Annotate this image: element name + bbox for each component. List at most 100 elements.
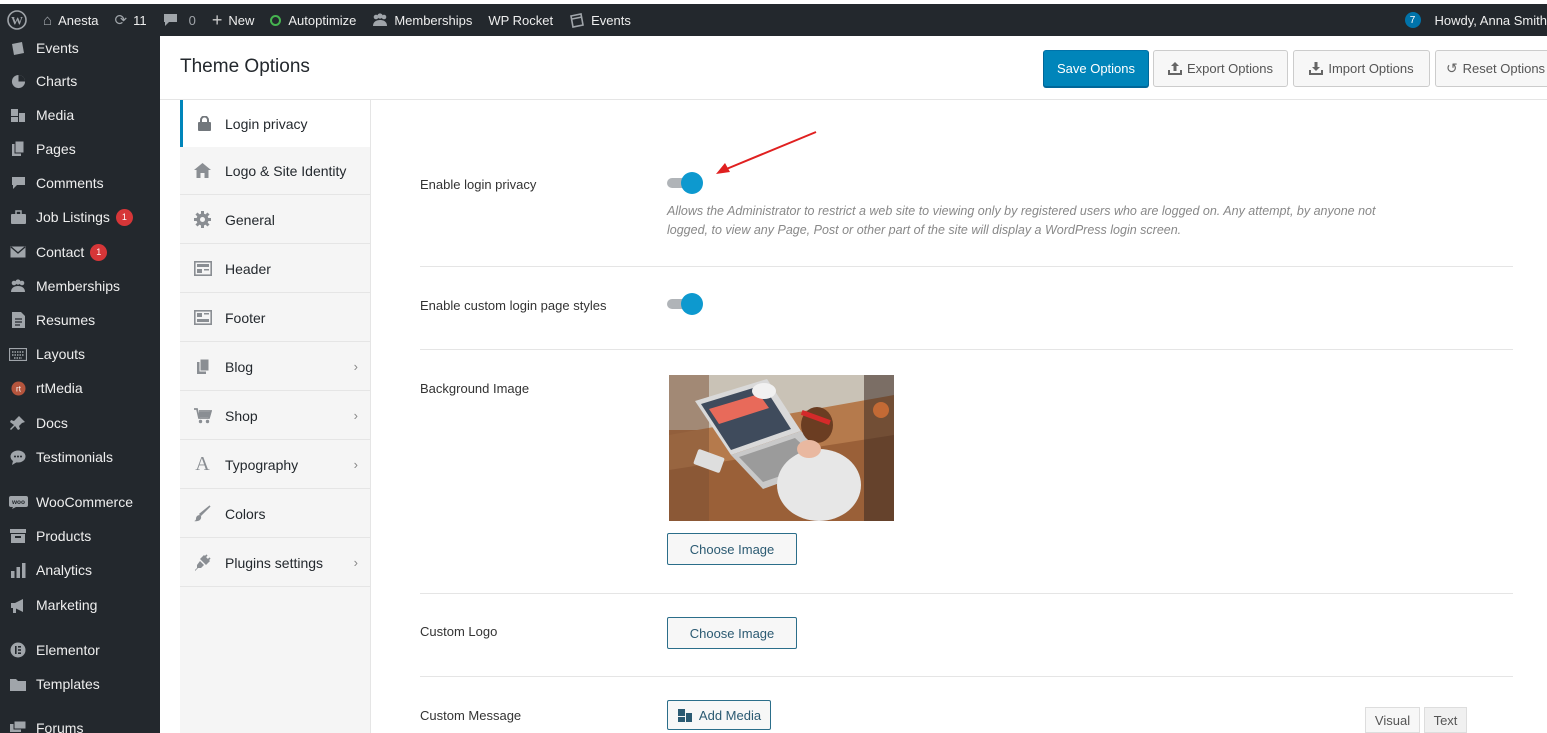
sidebar-item-rtmedia[interactable]: rt rtMedia [0,373,160,403]
events-icon [0,41,36,56]
sidebar-item-memberships[interactable]: Memberships [0,271,160,301]
memberships-label: Memberships [394,12,473,28]
choose-logo-image-button[interactable]: Choose Image [667,617,797,649]
tab-shop[interactable]: Shop › [180,392,370,440]
archive-icon [0,529,36,543]
tab-login-privacy[interactable]: Login privacy [180,100,370,148]
sidebar-item-templates[interactable]: Templates [0,669,160,699]
background-image-label: Background Image [420,381,530,396]
howdy-user[interactable]: Howdy, Anna Smith [1435,13,1547,28]
pages-icon [0,141,36,157]
updates-link[interactable]: ⟳ 11 [107,4,155,36]
tab-text[interactable]: Text [1424,707,1467,733]
site-name-link[interactable]: ⌂ Anesta [35,4,107,36]
choose-image-label: Choose Image [689,541,775,557]
group-icon [0,279,36,293]
tab-label: Header [225,260,271,277]
woo-icon: woo [0,495,36,509]
options-header: Theme Options Save Options Export Option… [160,36,1547,100]
choose-background-image-button[interactable]: Choose Image [667,533,797,565]
background-image-preview [669,375,894,521]
sidebar-item-contact[interactable]: Contact 1 [0,237,160,267]
sidebar-item-forums[interactable]: Forums [0,713,160,733]
sidebar-item-label: WooCommerce [36,494,133,510]
tab-general[interactable]: General [180,196,370,244]
divider [420,676,1513,677]
comment-icon [0,176,36,190]
login-privacy-description: Allows the Administrator to restrict a w… [667,204,1376,237]
tab-visual[interactable]: Visual [1365,707,1420,733]
keyboard-icon [0,347,36,361]
elementor-icon [0,642,36,658]
tab-header[interactable]: Header [180,245,370,293]
sidebar-item-layouts[interactable]: Layouts [0,339,160,369]
events-label: Events [591,12,631,28]
sidebar-item-label: Resumes [36,312,96,328]
sidebar-item-label: Contact [36,244,85,260]
megaphone-icon [0,598,36,613]
sidebar-item-job-listings[interactable]: Job Listings 1 [0,202,160,232]
footer-icon [180,310,225,325]
comments-link[interactable]: 0 [155,4,204,36]
sidebar-item-label: Forums [36,720,84,733]
tab-blog[interactable]: Blog › [180,343,370,391]
sidebar-item-comments[interactable]: Comments [0,168,160,198]
new-content-link[interactable]: + New [204,4,263,36]
sidebar-item-label: Analytics [36,562,93,578]
sidebar-item-label: Memberships [36,278,121,294]
media-icon [677,708,693,723]
sidebar-item-pages[interactable]: Pages [0,134,160,164]
pin-icon [0,415,36,431]
tab-label: Typography [225,456,299,473]
sidebar-item-products[interactable]: Products [0,521,160,551]
events-icon [569,12,585,28]
save-options-button[interactable]: Save Options [1043,50,1149,87]
sidebar-item-elementor[interactable]: Elementor [0,635,160,665]
tab-footer[interactable]: Footer [180,294,370,342]
tab-label: General [225,211,275,228]
autoptimize-label: Autoptimize [288,12,357,28]
sidebar-item-charts[interactable]: Charts [0,66,160,96]
choose-image-label: Choose Image [689,625,775,641]
export-options-button[interactable]: Export Options [1153,50,1288,87]
cart-icon [180,407,225,424]
import-options-button[interactable]: Import Options [1293,50,1430,87]
memberships-link[interactable]: Memberships [364,4,480,36]
sidebar-item-analytics[interactable]: Analytics [0,555,160,585]
sidebar-item-testimonials[interactable]: Testimonials [0,442,160,472]
custom-styles-toggle[interactable] [667,293,703,315]
login-privacy-toggle[interactable] [667,172,703,194]
plugin-icon [180,554,225,571]
refresh-icon: ⟳ [114,12,128,29]
sidebar-item-woocommerce[interactable]: woo WooCommerce [0,487,160,517]
autoptimize-link[interactable]: Autoptimize [262,4,364,36]
document-icon [0,312,36,328]
login-privacy-label: Enable login privacy [420,177,537,192]
group-icon [372,13,388,27]
sidebar-item-marketing[interactable]: Marketing [0,590,160,620]
options-nav: Login privacy Logo & Site Identity Gener… [180,100,371,733]
updates-count: 11 [133,12,147,28]
add-media-button[interactable]: Add Media [667,700,771,730]
tab-label: Colors [225,505,266,522]
sidebar-item-events[interactable]: Events [0,36,160,63]
admin-bar: W ⌂ Anesta ⟳ 11 0 + New Autoptimize Memb… [0,4,1547,36]
tab-plugins-settings[interactable]: Plugins settings › [180,539,370,587]
tab-typography[interactable]: A Typography › [180,441,370,489]
mail-icon [0,246,36,258]
reset-options-button[interactable]: ↺ Reset Options [1435,50,1547,87]
update-badge: 1 [90,243,108,261]
sidebar-item-label: Media [36,107,75,123]
wp-logo[interactable]: W [0,4,35,36]
tab-logo-site-identity[interactable]: Logo & Site Identity [180,147,370,195]
sidebar-item-media[interactable]: Media [0,100,160,130]
sidebar-item-label: Job Listings [36,209,110,225]
sidebar-item-docs[interactable]: Docs [0,408,160,438]
tab-colors[interactable]: Colors [180,490,370,538]
sidebar-item-resumes[interactable]: Resumes [0,305,160,335]
wprocket-link[interactable]: WP Rocket [480,4,561,36]
chevron-right-icon: › [353,359,358,374]
notifications-badge[interactable]: 7 [1404,12,1421,28]
divider [420,593,1513,594]
events-link[interactable]: Events [561,4,639,36]
